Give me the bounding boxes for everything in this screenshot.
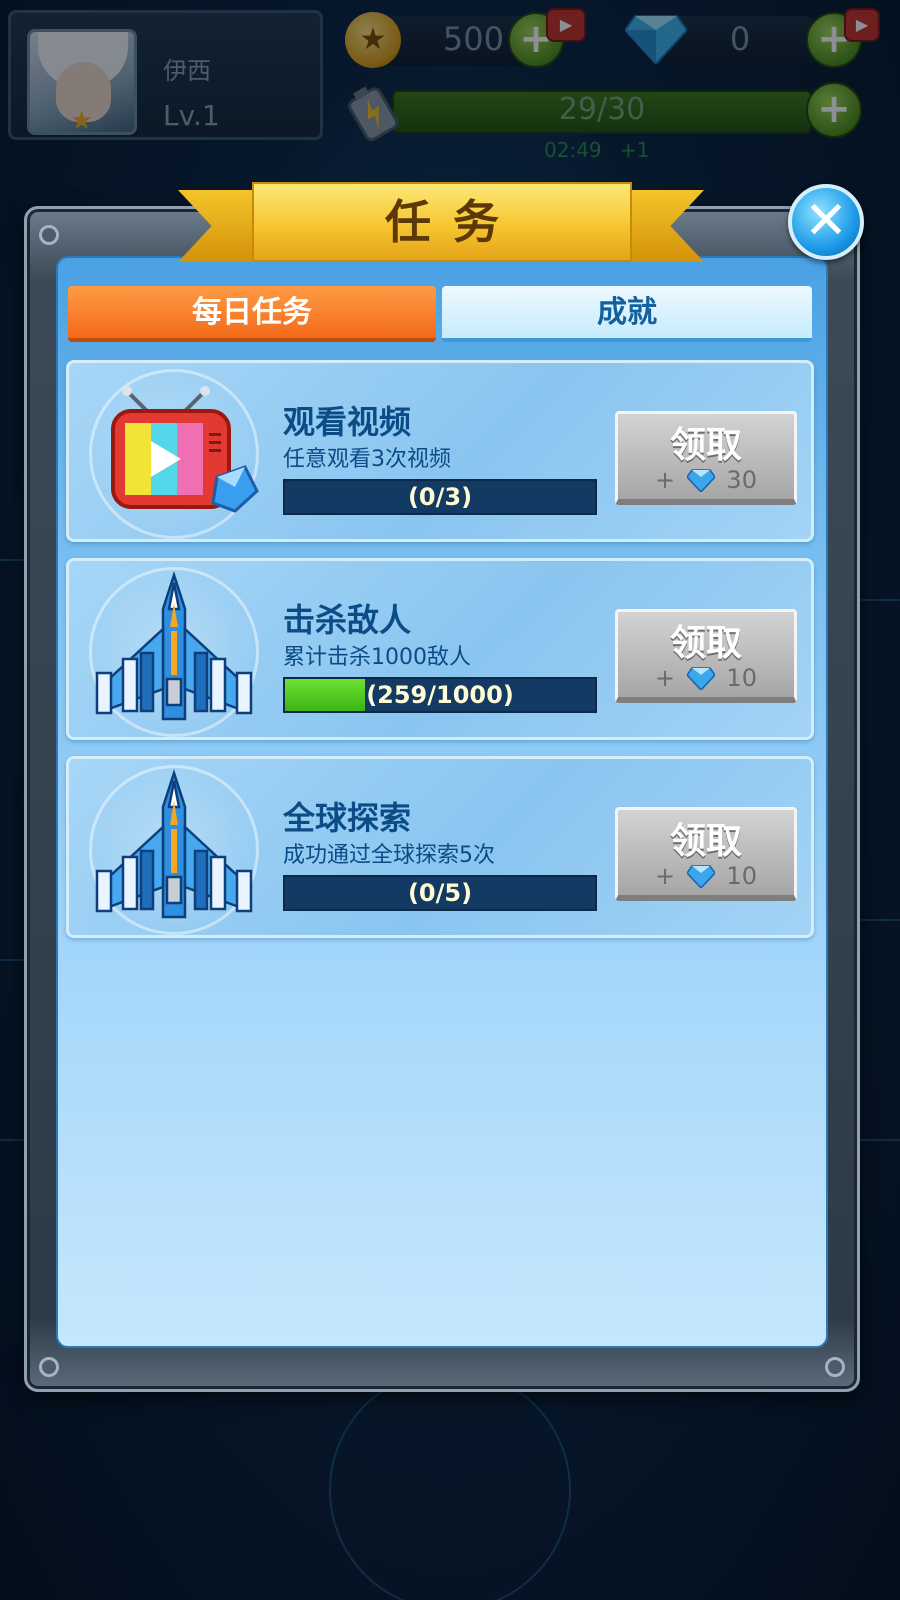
claim-label: 领取 — [669, 821, 742, 862]
reward-prefix: + — [655, 466, 676, 494]
claim-reward: + 10 — [618, 664, 794, 692]
task-description: 成功通过全球探索5次 — [283, 843, 495, 868]
reward-amount: 30 — [726, 466, 757, 494]
task-progress-bar: (0/5) — [283, 875, 597, 911]
fighter-jet-icon — [95, 768, 253, 919]
claim-reward: + 10 — [618, 862, 794, 890]
claim-label: 领取 — [669, 623, 742, 664]
progress-text: (0/5) — [407, 879, 473, 907]
diamond-icon — [686, 865, 715, 888]
game-screen: ★ 伊西 Lv.1 ★ 500 + ▶ 0 + ▶ 29/30 + 02:49 … — [0, 0, 900, 1600]
close-button[interactable]: ✕ — [788, 184, 864, 260]
progress-text: (0/3) — [407, 483, 473, 511]
bolt-icon — [39, 225, 59, 245]
reward-amount: 10 — [726, 862, 757, 890]
diamond-icon — [686, 667, 715, 690]
task-progress-bar: (0/3) — [283, 479, 597, 515]
task-card-watch-video: 观看视频 任意观看3次视频 (0/3) 领取 + 30 — [66, 360, 814, 542]
tab-daily-tasks[interactable]: 每日任务 — [68, 286, 436, 342]
task-description: 累计击杀1000敌人 — [283, 645, 471, 670]
task-title: 全球探索 — [283, 799, 412, 837]
reward-prefix: + — [655, 862, 676, 890]
claim-label: 领取 — [669, 425, 742, 466]
bolt-icon — [825, 1357, 845, 1377]
task-title: 击杀敌人 — [283, 601, 412, 639]
task-progress-bar: (259/1000) — [283, 677, 597, 713]
bolt-icon — [39, 1357, 59, 1377]
claim-button[interactable]: 领取 + 10 — [615, 807, 797, 901]
tab-achievements[interactable]: 成就 — [442, 286, 812, 342]
diamond-icon — [686, 469, 715, 492]
reward-amount: 10 — [726, 664, 757, 692]
modal-title: 任务 — [252, 182, 632, 262]
task-card-kill-enemies: 击杀敌人 累计击杀1000敌人 (259/1000) 领取 + 10 — [66, 558, 814, 740]
tv-video-icon — [111, 386, 259, 513]
fighter-jet-icon — [95, 570, 253, 721]
progress-text: (259/1000) — [366, 681, 514, 709]
reward-prefix: + — [655, 664, 676, 692]
task-description: 任意观看3次视频 — [283, 447, 451, 472]
claim-button[interactable]: 领取 + 10 — [615, 609, 797, 703]
claim-button[interactable]: 领取 + 30 — [615, 411, 797, 505]
claim-reward: + 30 — [618, 466, 794, 494]
task-card-global-explore: 全球探索 成功通过全球探索5次 (0/5) 领取 + 10 — [66, 756, 814, 938]
task-title: 观看视频 — [283, 403, 412, 441]
